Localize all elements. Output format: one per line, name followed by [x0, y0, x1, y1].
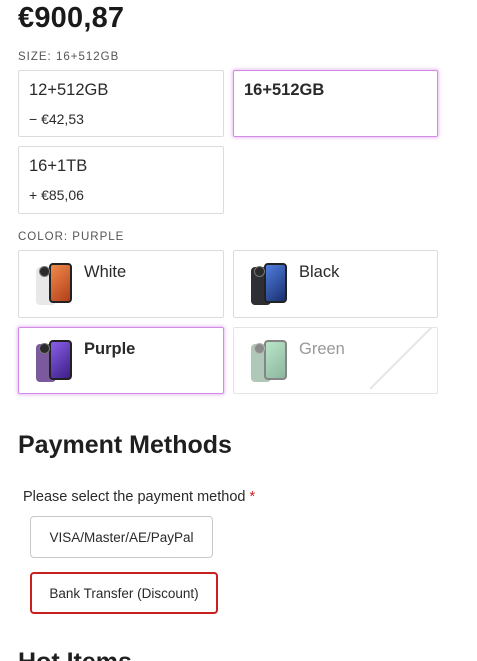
size-option-price-delta: − €42,53 [29, 111, 84, 127]
phone-black-icon [251, 263, 287, 305]
color-option-green[interactable]: Green [233, 327, 438, 394]
phone-purple-icon [36, 340, 72, 382]
payment-prompt: Please select the payment method * [23, 489, 255, 505]
payment-method-card-paypal[interactable]: VISA/Master/AE/PayPal [30, 516, 213, 558]
color-option-black[interactable]: Black [233, 250, 438, 318]
size-option-name: 16+512GB [244, 81, 325, 99]
size-option-name: 16+1TB [29, 157, 88, 175]
size-label: SIZE: 16+512GB [18, 51, 120, 63]
product-price: €900,87 [18, 2, 125, 34]
payment-methods-title: Payment Methods [18, 431, 232, 459]
color-option-name: Green [299, 340, 345, 358]
size-option-12-512gb[interactable]: 12+512GB − €42,53 [18, 70, 224, 137]
phone-white-icon [36, 263, 72, 305]
color-option-name: Purple [84, 340, 136, 358]
payment-method-bank-transfer[interactable]: Bank Transfer (Discount) [30, 572, 218, 614]
product-options-page: €900,87 SIZE: 16+512GB 12+512GB − €42,53… [0, 0, 477, 661]
color-option-white[interactable]: White [18, 250, 224, 318]
required-marker: * [249, 489, 256, 505]
phone-green-icon [251, 340, 287, 382]
color-label: COLOR: PURPLE [18, 231, 125, 243]
size-option-16-1tb[interactable]: 16+1TB + €85,06 [18, 146, 224, 214]
size-option-name: 12+512GB [29, 81, 109, 99]
color-option-purple[interactable]: Purple [18, 327, 224, 394]
hot-items-title: Hot Items [18, 648, 132, 661]
size-option-16-512gb[interactable]: 16+512GB [233, 70, 438, 137]
payment-prompt-text: Please select the payment method [23, 489, 246, 505]
size-option-price-delta: + €85,06 [29, 187, 84, 203]
color-option-name: Black [299, 263, 340, 281]
color-option-name: White [84, 263, 127, 281]
unavailable-strike [369, 328, 435, 390]
